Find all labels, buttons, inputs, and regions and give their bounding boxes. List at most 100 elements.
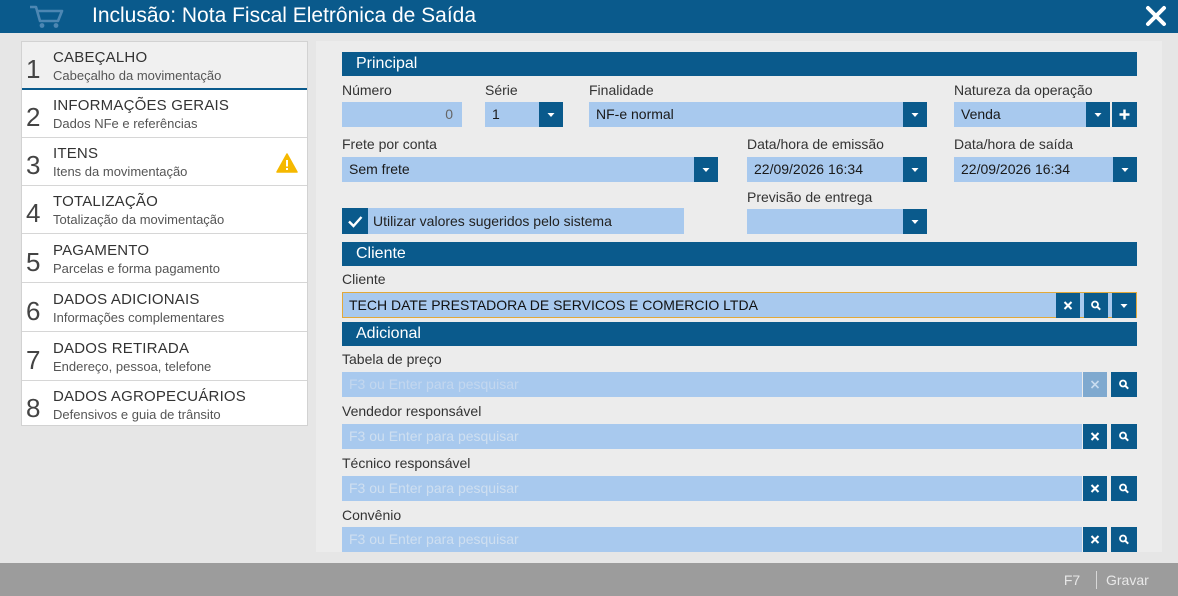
cliente-label: Cliente [342, 271, 386, 287]
natureza-add-button[interactable] [1112, 102, 1137, 127]
search-icon [1119, 379, 1129, 390]
vendedor-field[interactable]: F3 ou Enter para pesquisar [342, 424, 1082, 449]
search-icon [1119, 534, 1129, 545]
step-cabecalho[interactable]: 1 CABEÇALHO Cabeçalho da movimentação [22, 42, 307, 90]
chevron-down-icon [1121, 168, 1129, 172]
close-icon [1090, 380, 1100, 389]
emissao-label: Data/hora de emissão [747, 136, 884, 152]
serie-field[interactable]: 1 [485, 102, 539, 127]
step-dados-retirada[interactable]: 7 DADOS RETIRADA Endereço, pessoa, telef… [22, 333, 307, 381]
saida-label: Data/hora de saída [954, 136, 1074, 152]
convenio-field[interactable]: F3 ou Enter para pesquisar [342, 527, 1082, 552]
step-number: 4 [26, 198, 41, 228]
step-informacoes-gerais[interactable]: 2 INFORMAÇÕES GERAIS Dados NFe e referên… [22, 90, 307, 138]
step-label: CABEÇALHO [53, 49, 148, 66]
step-subtitle: Cabeçalho da movimentação [53, 68, 222, 83]
serie-dropdown-button[interactable] [539, 102, 563, 127]
close-icon[interactable] [1144, 4, 1168, 28]
step-number: 3 [26, 150, 41, 180]
finalidade-dropdown-button[interactable] [903, 102, 927, 127]
close-icon [1063, 301, 1073, 310]
search-icon [1119, 431, 1129, 442]
step-label: INFORMAÇÕES GERAIS [53, 97, 230, 114]
saida-dropdown-button[interactable] [1113, 157, 1137, 182]
title-bar: Inclusão: Nota Fiscal Eletrônica de Saíd… [0, 0, 1178, 33]
chevron-down-icon [702, 168, 710, 172]
tecnico-label: Técnico responsável [342, 455, 471, 471]
footer-bar: F7 Gravar [0, 563, 1178, 596]
step-itens[interactable]: 3 ITENS Itens da movimentação [22, 138, 307, 186]
saida-field[interactable]: 22/09/2026 16:34 [954, 157, 1113, 182]
previsao-label: Previsão de entrega [747, 189, 873, 205]
step-pagamento[interactable]: 5 PAGAMENTO Parcelas e forma pagamento [22, 235, 307, 283]
step-label: TOTALIZAÇÃO [53, 193, 158, 210]
cliente-search-button[interactable] [1084, 293, 1108, 318]
convenio-clear-button[interactable] [1083, 527, 1107, 552]
numero-field[interactable]: 0 [342, 102, 462, 127]
cart-icon [30, 5, 64, 28]
sugeridos-checkbox-row[interactable]: Utilizar valores sugeridos pelo sistema [342, 208, 684, 234]
step-dados-agropecuarios[interactable]: 8 DADOS AGROPECUÁRIOS Defensivos e guia … [22, 381, 307, 429]
tecnico-field[interactable]: F3 ou Enter para pesquisar [342, 476, 1082, 501]
tabela-search-button[interactable] [1111, 372, 1137, 397]
chevron-down-icon [1094, 113, 1102, 117]
serie-label: Série [485, 82, 518, 98]
vendedor-search-button[interactable] [1111, 424, 1137, 449]
step-number: 5 [26, 247, 41, 277]
save-shortcut: F7 [1063, 572, 1081, 588]
warning-icon [276, 153, 298, 173]
save-button[interactable]: F7 Gravar [1054, 563, 1172, 596]
cliente-dropdown-button[interactable] [1112, 293, 1136, 318]
tecnico-clear-button[interactable] [1083, 476, 1107, 501]
convenio-search-button[interactable] [1111, 527, 1137, 552]
natureza-dropdown-button[interactable] [1086, 102, 1110, 127]
steps-sidebar: 1 CABEÇALHO Cabeçalho da movimentação 2 … [21, 41, 308, 426]
step-subtitle: Informações complementares [53, 310, 225, 325]
tabela-clear-button [1083, 372, 1107, 397]
vendedor-label: Vendedor responsável [342, 403, 482, 419]
cliente-clear-button[interactable] [1056, 293, 1080, 318]
cliente-field[interactable]: TECH DATE PRESTADORA DE SERVICOS E COMER… [342, 292, 1137, 318]
chevron-down-icon [911, 113, 919, 117]
chevron-down-icon [911, 220, 919, 224]
divider [1096, 571, 1097, 589]
step-subtitle: Itens da movimentação [53, 164, 188, 179]
tabela-field[interactable]: F3 ou Enter para pesquisar [342, 372, 1082, 397]
natureza-label: Natureza da operação [954, 82, 1093, 98]
frete-dropdown-button[interactable] [694, 157, 718, 182]
window-title: Inclusão: Nota Fiscal Eletrônica de Saíd… [92, 4, 477, 27]
step-label: DADOS AGROPECUÁRIOS [53, 388, 247, 405]
section-adicional: Adicional [342, 322, 1137, 346]
previsao-field[interactable] [747, 209, 903, 234]
tecnico-search-button[interactable] [1111, 476, 1137, 501]
section-principal: Principal [342, 52, 1137, 76]
step-totalizacao[interactable]: 4 TOTALIZAÇÃO Totalização da movimentaçã… [22, 186, 307, 234]
form-panel: Principal Número 0 Série 1 Finalidade NF… [316, 41, 1162, 552]
step-number: 1 [26, 54, 41, 84]
close-icon [1090, 432, 1100, 441]
previsao-dropdown-button[interactable] [903, 209, 927, 234]
chevron-down-icon [547, 113, 555, 117]
step-number: 6 [26, 296, 41, 326]
step-dados-adicionais[interactable]: 6 DADOS ADICIONAIS Informações complemen… [22, 284, 307, 332]
save-label[interactable]: Gravar [1106, 572, 1149, 588]
step-subtitle: Totalização da movimentação [53, 212, 225, 227]
tabela-label: Tabela de preço [342, 351, 442, 367]
checkmark-icon [348, 216, 363, 228]
step-subtitle: Endereço, pessoa, telefone [53, 359, 212, 374]
step-number: 8 [26, 393, 41, 423]
plus-icon [1119, 109, 1130, 120]
finalidade-field[interactable]: NF-e normal [589, 102, 903, 127]
step-number: 2 [26, 102, 41, 132]
frete-field[interactable]: Sem frete [342, 157, 694, 182]
search-icon [1119, 483, 1129, 494]
vendedor-clear-button[interactable] [1083, 424, 1107, 449]
emissao-dropdown-button[interactable] [903, 157, 927, 182]
step-label: DADOS RETIRADA [53, 340, 190, 357]
sugeridos-checkbox[interactable] [342, 208, 368, 234]
natureza-field[interactable]: Venda [954, 102, 1086, 127]
emissao-field[interactable]: 22/09/2026 16:34 [747, 157, 903, 182]
step-subtitle: Parcelas e forma pagamento [53, 261, 220, 276]
step-label: DADOS ADICIONAIS [53, 291, 200, 308]
step-subtitle: Dados NFe e referências [53, 116, 198, 131]
